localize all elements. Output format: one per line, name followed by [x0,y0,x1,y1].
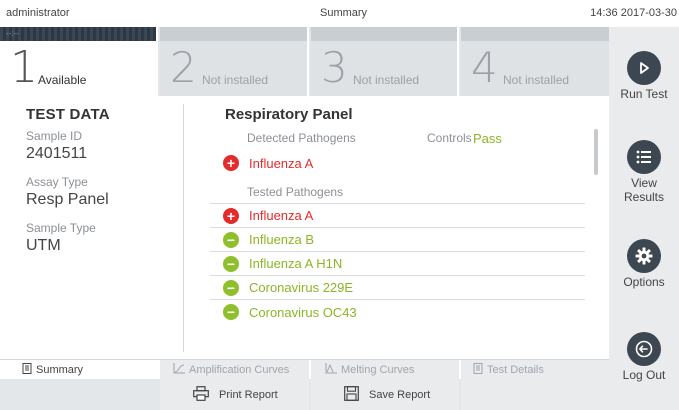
save-report-button[interactable]: Save Report [344,379,430,410]
pathogen-name: Influenza B [249,232,315,247]
scrollbar[interactable] [594,129,598,175]
status-bar: administrator Summary 14:36 2017-03-30 [0,0,679,27]
logout-icon [627,332,661,366]
print-report-button[interactable]: Print Report [193,379,278,410]
print-report-label: Print Report [219,388,278,401]
module-status-strip [160,27,307,41]
positive-icon: + [223,207,239,224]
module-number: 4 [471,43,498,92]
module-slot-2[interactable]: 2 Not installed [160,27,309,96]
module-status: Available [38,73,87,87]
module-status: Not installed [202,73,269,87]
assay-type-label: Assay Type [26,175,88,189]
detected-pathogens-label: Detected Pathogens [247,131,356,145]
screen-title: Summary [320,7,368,19]
save-report-label: Save Report [369,388,431,401]
view-results-label: View Results [623,176,664,204]
tab-summary[interactable]: Summary [0,360,158,380]
tab-label: Test Details [487,364,544,376]
save-icon [344,385,369,404]
curve-icon [173,363,185,377]
module-number: 1 [10,42,38,93]
tab-label: Summary [36,364,84,376]
negative-icon: − [223,279,239,296]
printer-icon [193,385,219,404]
tab-test-details[interactable]: Test Details [461,360,609,380]
tested-pathogens-list[interactable]: + Influenza A − Influenza B − Influenza … [210,203,585,324]
results-panel: Respiratory Panel Detected Pathogens Con… [210,106,590,324]
document-icon [22,363,32,377]
sample-type-value: UTM [26,237,61,254]
module-status: Not installed [503,73,570,87]
test-data-header: TEST DATA [26,106,110,123]
tab-melting-curves[interactable]: Melting Curves [311,360,459,380]
melt-curve-icon [325,363,337,377]
list-item: + Influenza A [210,204,585,228]
details-icon [473,363,483,377]
view-results-button[interactable]: View Results [609,140,679,204]
options-button[interactable]: Options [609,239,679,289]
divider [183,104,184,352]
tab-amplification-curves[interactable]: Amplification Curves [160,360,309,380]
run-test-button[interactable]: Run Test [609,51,679,101]
assay-type-value: Resp Panel [26,191,109,208]
sample-id-value: 2401511 [26,145,88,162]
pathogen-name: Coronavirus OC43 [249,304,357,320]
gear-icon [627,239,661,273]
negative-icon: − [223,304,239,320]
pathogen-name: Influenza A [249,208,314,223]
list-item: − Coronavirus 229E [210,276,585,300]
action-bar-segment [461,379,609,410]
result-tabs: Summary Amplification Curves Melting Cur… [0,359,609,380]
test-data-section: TEST DATA Sample ID 2401511 Assay Type R… [26,106,176,255]
negative-icon: − [223,231,239,248]
summary-panel: TEST DATA Sample ID 2401511 Assay Type R… [0,96,609,359]
module-status-strip [311,27,457,41]
sample-type-label: Sample Type [26,221,96,235]
log-out-button[interactable]: Log Out [609,332,679,382]
controls-status: Pass [473,131,502,146]
module-slot-3[interactable]: 3 Not installed [311,27,459,96]
module-status: Not installed [353,73,420,87]
tab-label: Amplification Curves [189,364,290,376]
action-bar: Print Report Save Report [0,379,609,410]
run-test-label: Run Test [620,87,668,101]
list-icon [627,140,661,174]
module-slot-1[interactable]: --:-- 1 Available [0,27,158,96]
sidebar: Run Test View Results Options Log Out [609,27,679,410]
module-number: 2 [170,43,197,92]
sample-id-label: Sample ID [26,129,83,143]
module-status-strip [461,27,609,41]
pathogen-name: Influenza A H1N [249,256,343,271]
controls-label: Controls [427,131,472,145]
module-number: 3 [321,43,348,92]
play-icon [627,51,661,85]
list-item: − Influenza A H1N [210,252,585,276]
tested-pathogens-label: Tested Pathogens [247,185,344,199]
list-item: − Influenza B [210,228,585,252]
log-out-label: Log Out [622,368,666,382]
options-label: Options [623,275,665,289]
detected-header: Detected Pathogens Controls Pass [210,129,590,147]
detected-item: + Influenza A [210,151,590,175]
tab-label: Melting Curves [341,364,415,376]
negative-icon: − [223,255,239,272]
action-bar-spacer [0,379,158,410]
module-status-strip: --:-- [0,27,156,41]
list-item: − Coronavirus OC43 [210,300,585,324]
module-indicator: --:-- [6,29,19,38]
pathogen-name: Influenza A [249,155,314,171]
clock: 14:36 2017-03-30 [590,7,677,19]
panel-title: Respiratory Panel [225,106,353,123]
module-slot-4[interactable]: 4 Not installed [461,27,609,96]
module-tabs: --:-- 1 Available 2 Not installed 3 Not … [0,27,609,96]
positive-icon: + [223,155,239,171]
user-name: administrator [6,7,70,19]
pathogen-name: Coronavirus 229E [249,280,354,295]
